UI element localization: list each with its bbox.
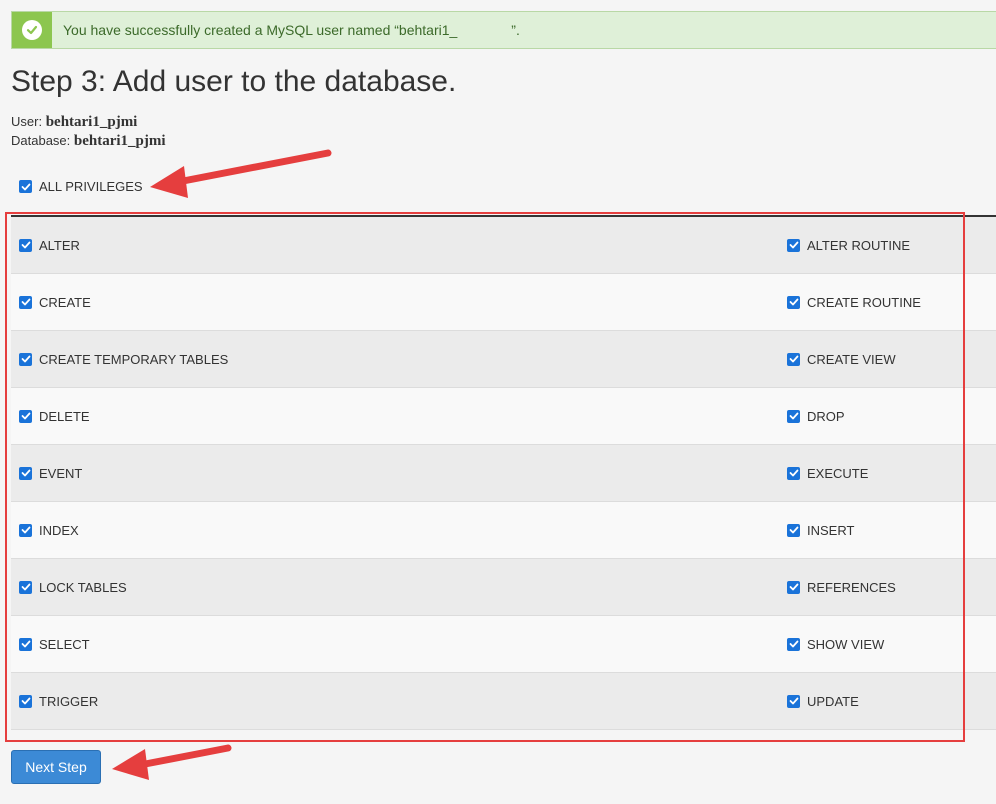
privilege-label: CREATE TEMPORARY TABLES [39,351,229,367]
privilege-label: UPDATE [807,693,859,709]
privilege-option[interactable]: TRIGGER [19,694,98,709]
privilege-option[interactable]: EXECUTE [787,466,868,481]
privilege-label: CREATE [39,294,91,310]
redacted-username [457,25,512,38]
privileges-table: ALTER ALTER ROUTINE CREATE CREATE ROUTINE CR… [11,217,996,730]
privilege-option[interactable]: DROP [787,409,845,424]
privilege-checkbox[interactable] [787,352,800,366]
database-label: Database: [11,133,71,148]
alert-icon-box [12,12,52,48]
privilege-row: TRIGGER UPDATE [11,673,996,730]
privilege-option[interactable]: UPDATE [787,694,859,709]
alert-message: You have successfully created a MySQL us… [63,22,520,38]
privilege-label: INDEX [39,522,79,538]
privilege-option[interactable]: INDEX [19,523,79,538]
privilege-option[interactable]: INSERT [787,523,854,538]
privilege-row: ALTER ALTER ROUTINE [11,217,996,274]
privilege-checkbox[interactable] [787,523,800,537]
privilege-checkbox[interactable] [19,352,32,366]
privilege-checkbox[interactable] [787,466,800,480]
privilege-option[interactable]: CREATE TEMPORARY TABLES [19,352,228,367]
user-info: User: behtari1_pjmi [11,114,137,131]
privilege-option[interactable]: CREATE VIEW [787,352,896,367]
annotation-arrow-all-privileges [150,149,332,198]
privilege-row: EVENT EXECUTE [11,445,996,502]
privilege-label: CREATE VIEW [807,351,896,367]
privilege-label: SHOW VIEW [807,636,885,652]
privilege-row: CREATE CREATE ROUTINE [11,274,996,331]
privilege-label: DELETE [39,408,90,424]
privilege-label: REFERENCES [807,579,896,595]
privilege-label: ALTER ROUTINE [807,237,911,253]
privilege-checkbox[interactable] [19,295,32,309]
privilege-row: INDEX INSERT [11,502,996,559]
privilege-option[interactable]: LOCK TABLES [19,580,127,595]
all-privileges-label: ALL PRIVILEGES [39,179,143,194]
privilege-option[interactable]: ALTER ROUTINE [787,238,910,253]
privilege-checkbox[interactable] [19,637,32,651]
privilege-row: LOCK TABLES REFERENCES [11,559,996,616]
privilege-checkbox[interactable] [19,466,32,480]
user-value: behtari1_pjmi [45,114,138,130]
privilege-option[interactable]: DELETE [19,409,90,424]
privilege-checkbox[interactable] [787,637,800,651]
privilege-option[interactable]: ALTER [19,238,80,253]
all-privileges-option[interactable]: ALL PRIVILEGES [19,179,143,194]
check-circle-icon [22,20,42,40]
privilege-row: DELETE DROP [11,388,996,445]
database-value: behtari1_pjmi [73,133,166,149]
privilege-checkbox[interactable] [19,580,32,594]
next-step-button[interactable]: Next Step [11,750,101,784]
privilege-label: TRIGGER [39,693,99,709]
alert-message-text: You have successfully created a MySQL us… [63,22,458,38]
privilege-checkbox[interactable] [787,580,800,594]
success-alert: You have successfully created a MySQL us… [11,11,996,49]
privilege-label: INSERT [807,522,855,538]
privilege-option[interactable]: SELECT [19,637,90,652]
privilege-option[interactable]: CREATE [19,295,91,310]
privilege-label: SELECT [39,636,90,652]
database-info: Database: behtari1_pjmi [11,133,166,150]
privilege-label: CREATE ROUTINE [807,294,921,310]
privilege-option[interactable]: SHOW VIEW [787,637,884,652]
privilege-label: EVENT [39,465,83,481]
user-label: User: [11,114,43,129]
privilege-label: EXECUTE [807,465,869,481]
privilege-checkbox[interactable] [787,238,800,252]
alert-message-end: ”. [511,22,520,38]
privilege-checkbox[interactable] [787,694,800,708]
privilege-option[interactable]: EVENT [19,466,82,481]
privilege-label: DROP [807,408,845,424]
all-privileges-checkbox[interactable] [19,180,32,193]
privilege-option[interactable]: REFERENCES [787,580,896,595]
privilege-row: SELECT SHOW VIEW [11,616,996,673]
privilege-checkbox[interactable] [19,523,32,537]
annotation-arrow-next-step [112,744,232,780]
privilege-checkbox[interactable] [19,409,32,423]
privilege-checkbox[interactable] [787,295,800,309]
privilege-checkbox[interactable] [19,238,32,252]
page-title: Step 3: Add user to the database. [11,65,457,98]
privilege-checkbox[interactable] [787,409,800,423]
privilege-label: LOCK TABLES [39,579,127,595]
privilege-checkbox[interactable] [19,694,32,708]
privilege-option[interactable]: CREATE ROUTINE [787,295,921,310]
privilege-label: ALTER [39,237,80,253]
privilege-row: CREATE TEMPORARY TABLES CREATE VIEW [11,331,996,388]
